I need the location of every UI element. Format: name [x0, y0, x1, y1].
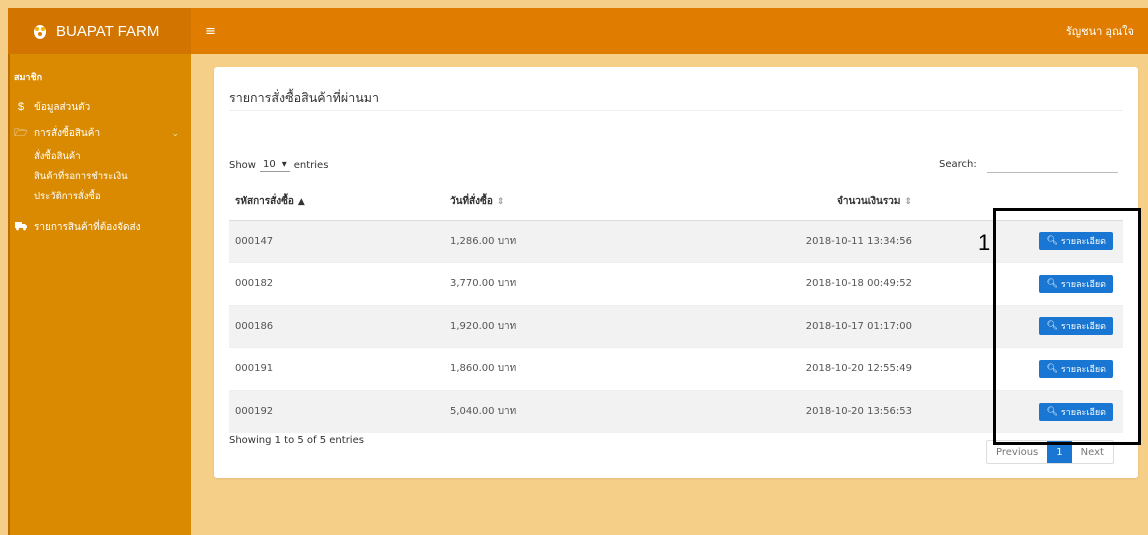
- sidebar-item-orders[interactable]: 🗁 การสั่งซื้อสินค้า ⌄: [8, 120, 191, 146]
- cell-date: 2018-10-20 12:55:49: [674, 347, 924, 390]
- table-row: 000192 5,040.00 บาท 2018-10-20 13:56:53 …: [229, 389, 1123, 433]
- table-row: 000191 1,860.00 บาท 2018-10-20 12:55:49 …: [229, 347, 1123, 390]
- length-entries-label: entries: [293, 160, 329, 171]
- app-frame: BUAPAT FARM ≡ รัญชนา อุณใจ สมาชิก $ ข้อม…: [8, 8, 1148, 535]
- cell-date: 2018-10-20 13:56:53: [674, 389, 924, 433]
- table-row: 000186 1,920.00 บาท 2018-10-17 01:17:00 …: [229, 304, 1123, 348]
- sidebar-item-profile[interactable]: $ ข้อมูลส่วนตัว: [8, 94, 191, 120]
- search-input[interactable]: [987, 157, 1118, 173]
- search-label: Search:: [939, 159, 977, 170]
- table-info-text: Showing 1 to 5 of 5 entries: [229, 435, 364, 446]
- brand-logo-link[interactable]: BUAPAT FARM: [8, 8, 191, 54]
- cell-amount: 5,040.00 บาท: [444, 389, 674, 433]
- cell-order-id: 000182: [229, 262, 444, 305]
- dollar-icon: $: [17, 101, 25, 113]
- sidebar-edge: [8, 54, 10, 535]
- hamburger-menu-icon[interactable]: ≡: [205, 24, 216, 39]
- truck-icon: [14, 221, 28, 234]
- sort-icon: ⇕: [904, 196, 912, 207]
- column-header-label: จำนวนเงินรวม: [836, 195, 901, 207]
- top-navbar: BUAPAT FARM ≡ รัญชนา อุณใจ: [8, 8, 1148, 54]
- sidebar-item-label: รายการสินค้าที่ต้องจัดส่ง: [34, 221, 141, 233]
- annotation-highlight-box: [993, 208, 1141, 445]
- length-select-value: 10: [262, 159, 276, 170]
- orders-table: รหัสการสั่งซื้อ ▲ วันที่สั่งซื้อ ⇕ จำนวนเง…: [229, 183, 1123, 433]
- column-header-order-date[interactable]: วันที่สั่งซื้อ ⇕: [444, 183, 674, 221]
- sidebar-item-label: การสั่งซื้อสินค้า: [34, 127, 101, 139]
- cell-amount: 3,770.00 บาท: [444, 262, 674, 305]
- egg-logo-icon: [30, 21, 50, 41]
- cell-order-id: 000186: [229, 304, 444, 348]
- cell-amount: 1,860.00 บาท: [444, 347, 674, 390]
- column-header-order-id[interactable]: รหัสการสั่งซื้อ ▲: [229, 183, 444, 221]
- sidebar-subitem-order-history[interactable]: ประวัติการสั่งซื้อ: [8, 186, 191, 206]
- sidebar-subitem-order-products[interactable]: สั่งซื้อสินค้า: [8, 146, 191, 166]
- column-header-total-amount[interactable]: จำนวนเงินรวม ⇕: [674, 183, 924, 221]
- length-show-label: Show: [229, 160, 256, 171]
- cell-date: 2018-10-18 00:49:52: [674, 262, 924, 305]
- card-divider: [229, 110, 1123, 111]
- cell-order-id: 000147: [229, 219, 444, 263]
- cell-amount: 1,286.00 บาท: [444, 219, 674, 263]
- sidebar-item-shipping[interactable]: รายการสินค้าที่ต้องจัดส่ง: [8, 214, 191, 240]
- chevron-down-icon: ⌄: [171, 127, 179, 138]
- cell-order-id: 000192: [229, 389, 444, 433]
- annotation-number: 1: [978, 230, 991, 255]
- cell-order-id: 000191: [229, 347, 444, 390]
- table-header-row: รหัสการสั่งซื้อ ▲ วันที่สั่งซื้อ ⇕ จำนวนเง…: [229, 183, 1123, 221]
- cell-date: 2018-10-11 13:34:56: [674, 219, 924, 263]
- cell-date: 2018-10-17 01:17:00: [674, 304, 924, 348]
- column-header-label: วันที่สั่งซื้อ: [450, 195, 493, 207]
- sidebar-section-header: สมาชิก: [14, 72, 43, 82]
- entries-length-select[interactable]: 10 ▾: [259, 159, 290, 172]
- sidebar-subitem-pending-payment[interactable]: สินค้าที่รอการชำระเงิน: [8, 166, 191, 186]
- table-row: 000182 3,770.00 บาท 2018-10-18 00:49:52 …: [229, 262, 1123, 305]
- brand-name: BUAPAT FARM: [56, 22, 160, 40]
- sort-icon: ⇕: [496, 196, 505, 207]
- sort-asc-icon: ▲: [297, 196, 305, 207]
- card-title: รายการสั่งซื้อสินค้าที่ผ่านมา: [229, 90, 380, 105]
- sidebar-item-label: ข้อมูลส่วนตัว: [34, 101, 91, 113]
- entries-length-control: Show 10 ▾ entries: [229, 159, 328, 172]
- cell-amount: 1,920.00 บาท: [444, 304, 674, 348]
- user-name-menu[interactable]: รัญชนา อุณใจ: [1066, 22, 1134, 40]
- folder-open-icon: 🗁: [14, 126, 28, 139]
- sidebar: สมาชิก $ ข้อมูลส่วนตัว 🗁 การสั่งซื้อสินค…: [8, 54, 191, 535]
- caret-down-icon: ▾: [281, 159, 287, 170]
- column-header-label: รหัสการสั่งซื้อ: [235, 195, 294, 207]
